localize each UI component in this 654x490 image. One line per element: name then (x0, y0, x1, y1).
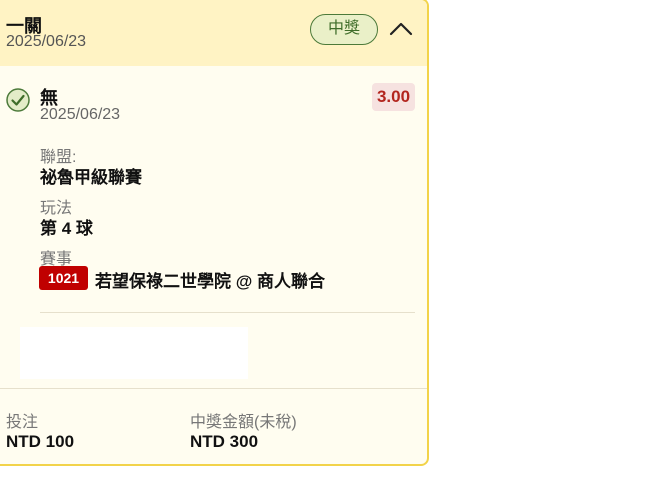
status-badge: 中獎 (310, 14, 378, 45)
collapse-button[interactable] (388, 17, 414, 41)
chevron-up-icon (389, 22, 413, 36)
odds-badge: 3.00 (372, 83, 415, 111)
match-id-badge: 1021 (39, 266, 88, 290)
market-value: 第 4 球 (40, 219, 93, 238)
bet-slip-card: 一關 2025/06/23 中獎 無 2025/06/23 3.00 聯盟: 祕… (0, 0, 429, 466)
bet-date: 2025/06/23 (6, 33, 87, 50)
stake-value: NTD 100 (6, 432, 75, 451)
payout-label: 中獎金額(未稅) (190, 414, 297, 431)
selection-date: 2025/06/23 (40, 106, 121, 123)
check-circle-icon (6, 88, 30, 117)
stake-label: 投注 (6, 414, 39, 431)
blank-panel (20, 327, 248, 379)
bet-slip-header[interactable]: 一關 2025/06/23 中獎 (0, 0, 427, 66)
payout-value: NTD 300 (190, 432, 259, 451)
league-value: 祕魯甲級聯賽 (40, 168, 142, 187)
footer-divider (0, 388, 427, 389)
match-name: 若望保祿二世學院 @ 商人聯合 (95, 272, 326, 291)
section-divider (40, 312, 415, 313)
